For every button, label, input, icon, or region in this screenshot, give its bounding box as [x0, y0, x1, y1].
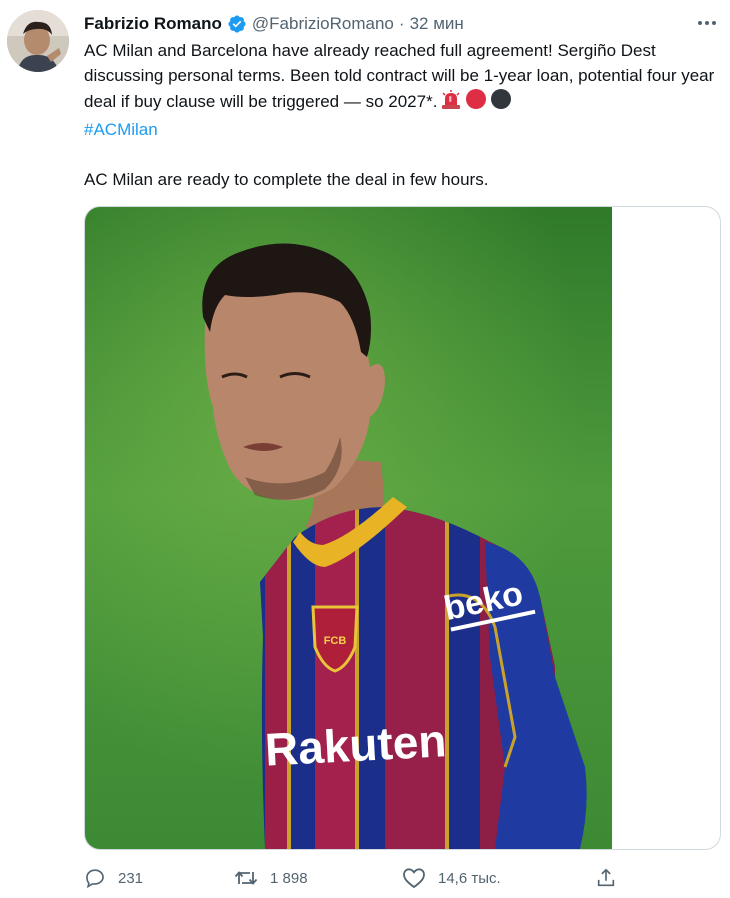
separator-dot: ·	[398, 14, 405, 33]
crest-text: FCB	[324, 635, 347, 647]
author-handle[interactable]: @FabrizioRomano	[252, 14, 394, 34]
tweet-text-main: AC Milan and Barcelona have already reac…	[84, 41, 715, 111]
heart-icon	[403, 868, 425, 889]
tweet-timestamp[interactable]: 32 мин	[410, 14, 464, 34]
tweet-paragraph-2: AC Milan are ready to complete the deal …	[84, 170, 489, 189]
player-photo[interactable]: FCB beko Rakuten	[85, 207, 612, 849]
reply-icon	[86, 869, 104, 889]
tweet-paragraph: AC Milan and Barcelona have already reac…	[84, 38, 720, 117]
like-button[interactable]: 14,6 тыс.	[402, 864, 501, 892]
reply-count: 231	[118, 869, 144, 887]
red-circle-emoji-icon	[465, 88, 487, 117]
tweet-actions: 231 1 898 14,6 тыс.	[84, 864, 644, 892]
share-button[interactable]	[595, 864, 629, 892]
verified-badge-icon	[227, 14, 247, 34]
author-avatar[interactable]	[7, 10, 69, 72]
tweet-media[interactable]: FCB beko Rakuten	[84, 206, 721, 850]
black-circle-emoji-icon	[490, 88, 512, 117]
retweet-icon	[234, 871, 258, 885]
like-count: 14,6 тыс.	[438, 869, 501, 887]
rakuten-sponsor-logo: Rakuten	[264, 714, 448, 775]
tweet-body: AC Milan and Barcelona have already reac…	[84, 38, 720, 192]
siren-emoji-icon	[440, 90, 462, 117]
hashtag-link[interactable]: #ACMilan	[84, 117, 720, 142]
retweet-count: 1 898	[270, 869, 308, 887]
share-icon	[597, 868, 615, 887]
reply-button[interactable]: 231	[84, 864, 143, 892]
tweet-header: Fabrizio Romano @FabrizioRomano · 32 мин	[84, 13, 464, 35]
more-options-icon[interactable]	[690, 10, 724, 36]
author-name[interactable]: Fabrizio Romano	[84, 14, 222, 34]
retweet-button[interactable]: 1 898	[234, 864, 308, 892]
